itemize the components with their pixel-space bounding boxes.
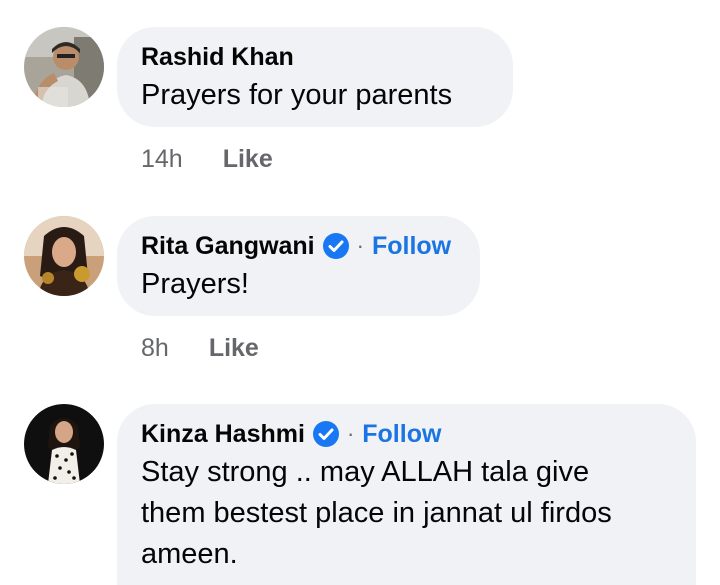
comments-thread: Rashid Khan Prayers for your parents 14h… <box>0 0 720 585</box>
comment-time[interactable]: 14h <box>141 145 183 174</box>
comment-bubble: Rashid Khan Prayers for your parents <box>117 27 513 127</box>
comment-text-line: ameen. <box>141 538 238 570</box>
like-button[interactable]: Like <box>209 334 259 363</box>
verified-badge-icon <box>322 233 349 259</box>
verified-badge-icon <box>312 421 339 447</box>
follow-button[interactable]: Follow <box>372 232 451 261</box>
like-button[interactable]: Like <box>223 145 273 174</box>
comment-text: Stay strong .. may ALLAH tala give them … <box>141 452 672 575</box>
avatar[interactable] <box>24 404 104 484</box>
separator-dot: · <box>356 233 364 258</box>
author-row: Kinza Hashmi · Follow <box>141 418 672 450</box>
comment-time[interactable]: 8h <box>141 334 169 363</box>
comment-text-line: them bestest place in jannat ul firdos <box>141 497 612 529</box>
comment-text-line: Stay strong .. may ALLAH tala give <box>141 456 590 488</box>
comment-meta: 8h Like <box>141 332 259 364</box>
comment-text: Prayers! <box>141 268 249 300</box>
avatar[interactable] <box>24 27 104 107</box>
author-row: Rita Gangwani · Follow <box>141 230 456 262</box>
avatar[interactable] <box>24 216 104 296</box>
comment-text: Prayers for your parents <box>141 79 453 111</box>
comment-bubble: Rita Gangwani · Follow Prayers! <box>117 216 480 316</box>
author-name[interactable]: Kinza Hashmi <box>141 420 305 449</box>
follow-button[interactable]: Follow <box>362 420 441 449</box>
comment-meta: 14h Like <box>141 143 273 175</box>
author-name[interactable]: Rashid Khan <box>141 43 294 72</box>
author-row: Rashid Khan <box>141 41 489 73</box>
author-name[interactable]: Rita Gangwani <box>141 232 315 261</box>
separator-dot: · <box>346 421 355 446</box>
comment-bubble: Kinza Hashmi · Follow Stay strong .. may… <box>117 404 696 585</box>
